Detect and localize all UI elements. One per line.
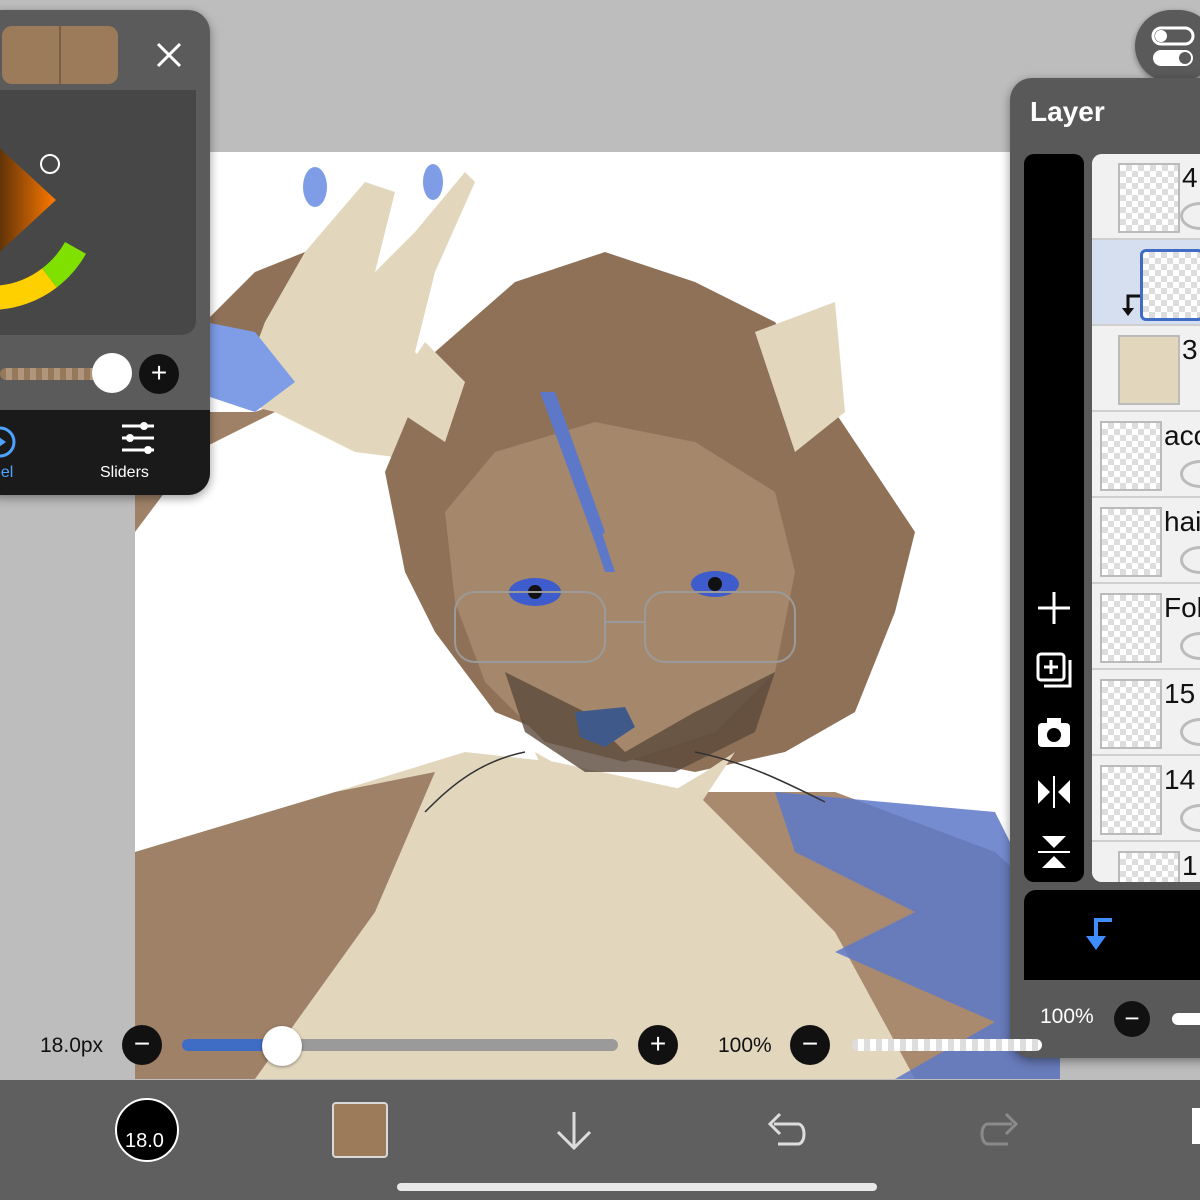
flip-horizontal-icon[interactable] [1036,774,1072,810]
layer-opacity-slider[interactable] [1172,1013,1200,1025]
flip-vertical-icon[interactable] [1036,834,1072,870]
layer-thumbnail [1118,163,1180,233]
clipping-arrow-icon [1122,294,1140,316]
layer-panel-title: Layer [1030,96,1105,127]
brush-size-label: 18.0px [40,1034,104,1057]
brush-size-minus-button[interactable]: − [122,1025,162,1065]
brush-opacity-slider[interactable] [852,1039,1042,1051]
brush-size-knob[interactable] [262,1026,303,1066]
layer-item[interactable]: 3 [1092,326,1200,412]
color-mode-tabs: eel Sliders [0,410,210,495]
color-opacity-row: + [0,340,210,410]
layer-folder[interactable]: hai [1092,498,1200,584]
layer-thumbnail [1140,249,1200,321]
color-panel: + eel Sliders [0,10,210,495]
layer-opacity-value: 100% [1040,1005,1094,1028]
brush-opacity-label: 100% [718,1034,772,1057]
toggle-icon [1151,26,1195,66]
current-color-button[interactable] [332,1102,388,1158]
layer-name: 3 [1182,334,1198,365]
layer-item[interactable]: 1 [1092,842,1200,882]
layer-name: 14 [1164,764,1196,795]
layer-name: hai [1164,506,1200,537]
eye-icon[interactable] [1180,546,1200,574]
layer-blend-bar [1024,890,1200,980]
folder-thumbnail [1100,593,1162,663]
clipping-icon[interactable] [1082,916,1118,952]
color-wheel[interactable] [0,90,196,335]
layer-name: 1 [1182,850,1198,881]
layer-list[interactable]: 4 3 acc hai Fol [1092,154,1200,882]
layer-name: Fol [1164,592,1200,623]
redo-icon[interactable] [978,1110,1022,1150]
layer-item[interactable]: 14 [1092,756,1200,842]
layer-folder[interactable]: acc [1092,412,1200,498]
menu-button-edge[interactable] [1192,1108,1200,1144]
eye-icon[interactable] [1180,202,1200,230]
toggle-ui-button[interactable] [1135,10,1200,82]
bottom-toolbar: 18.0 [0,1080,1200,1200]
layer-thumbnail [1118,335,1180,405]
folder-thumbnail [1100,507,1162,577]
color-swatches[interactable] [2,26,118,84]
layer-thumbnail [1118,851,1180,882]
layer-item-selected[interactable] [1092,240,1200,326]
folder-thumbnail [1100,421,1162,491]
camera-icon[interactable] [1036,714,1072,750]
sub-color-swatch[interactable] [59,26,118,84]
add-layer-icon[interactable] [1036,590,1072,626]
download-arrow-icon[interactable] [552,1110,596,1150]
tab-sliders[interactable]: Sliders [90,418,190,488]
layer-panel: Layer 4 3 ac hai Fol 15 14 1 100% − [1010,78,1200,1058]
tab-wheel-label: eel [0,464,14,481]
eye-icon[interactable] [1180,632,1200,660]
color-opacity-plus-button[interactable]: + [139,354,179,394]
brush-size-plus-button[interactable]: + [638,1025,678,1065]
close-icon[interactable] [152,38,186,72]
sliders-icon [122,422,154,454]
layer-name: acc [1164,420,1200,451]
tab-sliders-label: Sliders [100,464,149,481]
brush-opacity-minus-button[interactable]: − [790,1025,830,1065]
brush-size-button[interactable]: 18.0 [115,1098,179,1162]
brush-size-short: 18.0 [125,1130,164,1152]
layer-item[interactable]: 15 [1092,670,1200,756]
layer-name: 4 [1182,162,1198,193]
color-opacity-knob[interactable] [92,353,132,393]
color-wheel-area[interactable] [0,90,196,335]
layer-tool-strip [1024,154,1084,882]
layer-thumbnail [1100,679,1162,749]
wheel-icon [0,426,16,458]
layer-folder[interactable]: Fol [1092,584,1200,670]
undo-icon[interactable] [764,1110,808,1150]
home-indicator [397,1183,877,1191]
layer-item[interactable]: 4 [1092,154,1200,240]
duplicate-layer-icon[interactable] [1036,652,1072,688]
tab-wheel[interactable]: eel [0,418,40,488]
eye-icon[interactable] [1180,718,1200,746]
layer-opacity-minus-button[interactable]: − [1114,1001,1150,1037]
layer-thumbnail [1100,765,1162,835]
eye-icon[interactable] [1180,460,1200,488]
eye-icon[interactable] [1180,804,1200,832]
artwork [135,164,1060,1079]
drawing-canvas[interactable] [135,152,1060,1079]
main-color-swatch[interactable] [2,26,59,84]
brush-slider-row: 18.0px − + 100% − [0,1020,1042,1070]
layer-name: 15 [1164,678,1196,709]
